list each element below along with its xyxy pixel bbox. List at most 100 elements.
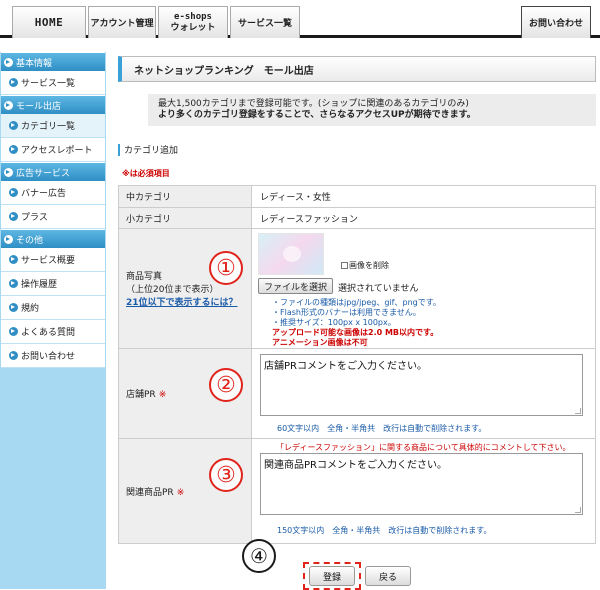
tab-account[interactable]: アカウント管理 [88, 6, 156, 38]
shop-pr-textarea[interactable]: 店舗PRコメントをご入力ください。 [260, 354, 583, 416]
form-row-product-photo: 商品写真 （上位20位まで表示） 21位以下で表示するには？ 画像を削除 ファイ… [119, 229, 595, 349]
arrow-right-icon [9, 279, 18, 288]
form-row-main-category: 中カテゴリ レディース・女性 [119, 186, 595, 208]
arrow-right-icon [9, 303, 18, 312]
product-photo-value: 画像を削除 ファイルを選択 選択されていません ・ファイルの種類はjpg/jpe… [252, 229, 595, 348]
sidebar-heading-label: その他 [16, 235, 44, 246]
sidebar-item-terms[interactable]: 規約 [1, 296, 105, 320]
sidebar-item-plus[interactable]: プラス [1, 205, 105, 229]
sidebar-item-label: 操作履歴 [21, 280, 58, 290]
value-text: レディース・女性 [260, 193, 331, 203]
product-image-thumbnail [258, 233, 324, 275]
main-category-label: 中カテゴリ [119, 186, 252, 207]
arrow-right-icon [4, 57, 13, 67]
arrow-right-icon [4, 167, 13, 177]
form-row-related-pr: 関連商品PR ※ 「レディースファッション」に関する商品について具体的にコメントし… [119, 439, 595, 543]
tab-services[interactable]: サービス一覧 [230, 6, 300, 38]
arrow-right-icon [9, 255, 18, 264]
warning-line: アップロード可能な画像は2.0 MB以内です。 [272, 328, 439, 337]
sidebar-item-service-list[interactable]: サービス一覧 [1, 71, 105, 95]
required-mark: ※ [176, 487, 185, 498]
sidebar-item-access-report[interactable]: アクセスレポート [1, 138, 105, 162]
sidebar-heading-mall: モール出店 [1, 95, 105, 114]
section-heading: カテゴリ追加 [118, 143, 178, 156]
photo-help-link[interactable]: 21位以下で表示するには？ [126, 295, 251, 308]
hint-line: ・推奨サイズ：100px x 100px。 [272, 318, 396, 327]
sidebar-item-label: カテゴリ一覧 [21, 122, 76, 132]
tab-eshops-line2: ウォレット [170, 22, 216, 33]
sidebar-heading-basic: 基本情報 [1, 52, 105, 71]
section-title: カテゴリ追加 [124, 146, 179, 156]
value-text: レディースファッション [260, 214, 358, 225]
shop-pr-char-limit: 60文字以内 全角・半角共 改行は自動で削除されます。 [277, 424, 487, 433]
hint-line: ・ファイルの種類はjpg/jpeg、gif、pngです。 [272, 298, 441, 307]
form-row-shop-pr: 店舗PR ※ 店舗PRコメントをご入力ください。 60文字以内 全角・半角共 改行… [119, 349, 595, 439]
label-subtext: （上位20位まで表示） [126, 285, 219, 295]
annotation-circle-3: ③ [209, 458, 243, 492]
sidebar-item-label: バナー広告 [21, 189, 67, 199]
sidebar-heading-label: 広告サービス [16, 168, 71, 179]
tab-eshops-wallet[interactable]: e-shops ウォレット [158, 6, 228, 38]
sidebar-item-operation-history[interactable]: 操作履歴 [1, 272, 105, 296]
page-title: ネットショップランキング モール出店 [118, 56, 596, 82]
register-button[interactable]: 登録 [309, 566, 355, 586]
related-pr-textarea[interactable]: 関連商品PRコメントをご入力ください。 [260, 453, 583, 515]
sidebar-item-label: プラス [21, 213, 48, 223]
required-note: ※は必須項目 [122, 169, 170, 178]
arrow-right-icon [9, 188, 18, 197]
annotation-circle-4: ④ [242, 539, 276, 573]
arrow-right-icon [4, 100, 13, 110]
tab-home[interactable]: HOME [12, 6, 86, 38]
file-select-button[interactable]: ファイルを選択 [258, 278, 334, 294]
related-pr-char-limit: 150文字以内 全角・半角共 改行は自動で削除されます。 [277, 526, 492, 535]
main-category-value: レディース・女性 [252, 186, 595, 207]
back-button[interactable]: 戻る [365, 566, 411, 586]
label-text: 小カテゴリ [126, 214, 172, 225]
section-bar-icon [118, 143, 120, 156]
delete-image-checkbox[interactable]: 画像を削除 [341, 260, 389, 271]
product-photo-label: 商品写真 （上位20位まで表示） 21位以下で表示するには？ [119, 229, 252, 348]
sidebar-item-label: アクセスレポート [21, 146, 93, 156]
hint-line: ・Flash形式のバナーは利用できません。 [272, 308, 421, 317]
top-navigation: HOME アカウント管理 e-shops ウォレット サービス一覧 お問い合わせ [0, 0, 600, 38]
sidebar-item-label: よくある質問 [21, 328, 76, 338]
sidebar-item-category-list[interactable]: カテゴリ一覧 [1, 114, 105, 138]
arrow-right-icon [9, 327, 18, 336]
sidebar-item-label: 規約 [21, 304, 40, 314]
label-text: 店舗PR [126, 390, 156, 400]
sidebar-item-banner-ad[interactable]: バナー広告 [1, 181, 105, 205]
label-text: 中カテゴリ [126, 193, 172, 203]
sidebar-item-label: お問い合わせ [21, 352, 76, 362]
sidebar: 基本情報 サービス一覧 モール出店 カテゴリ一覧 アクセスレポート 広告サービス… [0, 52, 106, 589]
sidebar-item-inquiry[interactable]: お問い合わせ [1, 344, 105, 368]
annotation-circle-2: ② [209, 368, 243, 402]
arrow-right-icon [4, 234, 13, 244]
sidebar-heading-label: モール出店 [16, 101, 62, 112]
tab-eshops-line1: e-shops [174, 11, 212, 22]
sidebar-item-service-overview[interactable]: サービス概要 [1, 248, 105, 272]
related-pr-value: 「レディースファッション」に関する商品について具体的にコメントして下さい。 関連… [252, 439, 595, 543]
tab-contact[interactable]: お問い合わせ [521, 6, 591, 38]
sidebar-heading-other: その他 [1, 229, 105, 248]
related-pr-label: 関連商品PR ※ [119, 439, 252, 543]
related-pr-instruction: 「レディースファッション」に関する商品について具体的にコメントして下さい。 [276, 443, 571, 452]
arrow-right-icon [9, 145, 18, 154]
checkbox-icon[interactable] [341, 262, 348, 269]
sidebar-heading-ads: 広告サービス [1, 162, 105, 181]
required-mark: ※ [158, 390, 167, 400]
label-text: 関連商品PR [126, 487, 174, 498]
annotation-circle-1: ① [209, 251, 243, 285]
warning-line: アニメーション画像は不可 [272, 338, 368, 347]
arrow-right-icon [9, 78, 18, 87]
notice-line2: より多くのカテゴリ登録をすることで、さらなるアクセスUPが期待できます。 [158, 110, 476, 120]
sidebar-item-label: サービス一覧 [21, 79, 76, 89]
arrow-right-icon [9, 351, 18, 360]
shop-pr-value: 店舗PRコメントをご入力ください。 60文字以内 全角・半角共 改行は自動で削除… [252, 349, 595, 438]
sub-category-value: レディースファッション [252, 208, 595, 228]
sidebar-item-faq[interactable]: よくある質問 [1, 320, 105, 344]
form-row-sub-category: 小カテゴリ レディースファッション [119, 208, 595, 229]
checkbox-label: 画像を削除 [349, 261, 389, 270]
notice-box: 最大1,500カテゴリまで登録可能です。(ショップに関連のあるカテゴリのみ) よ… [148, 94, 596, 126]
file-status-text: 選択されていません [338, 284, 419, 294]
sidebar-item-label: サービス概要 [21, 256, 76, 266]
